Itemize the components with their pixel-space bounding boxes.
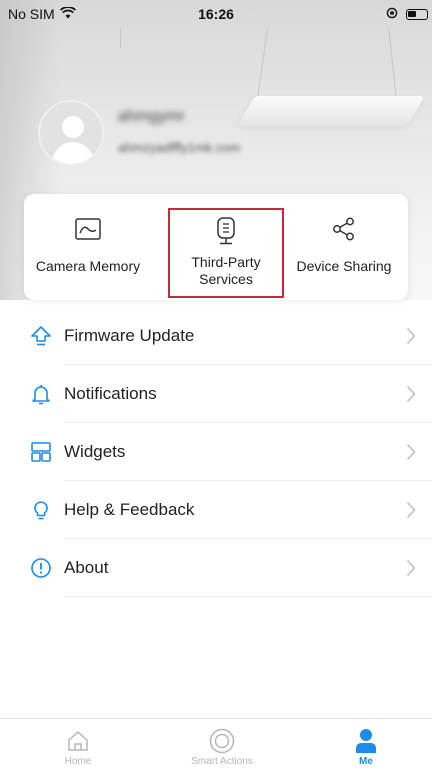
profile-email: ahmzyadfffy1mk.com (118, 140, 241, 155)
feature-label: Third-Party Services (191, 254, 261, 287)
menu-label: Help & Feedback (64, 500, 195, 519)
menu-item-about[interactable]: About (0, 539, 432, 597)
lightbulb-icon (30, 499, 52, 521)
feature-device-sharing[interactable]: Device Sharing (280, 194, 408, 300)
chevron-right-icon (406, 385, 416, 408)
share-icon (332, 214, 356, 244)
menu-label: About (64, 558, 109, 577)
ceiling-wire (257, 28, 268, 98)
tab-bar: Home Smart Actions Me (0, 718, 432, 768)
menu-item-firmware-update[interactable]: Firmware Update (0, 307, 432, 365)
menu-item-widgets[interactable]: Widgets (0, 423, 432, 481)
tab-smart-actions[interactable]: Smart Actions (150, 719, 294, 768)
settings-menu: Firmware Update Notifications Widgets He… (0, 307, 432, 597)
avatar-head (62, 116, 84, 138)
divider (64, 596, 432, 597)
chevron-right-icon (406, 327, 416, 350)
feature-label: Device Sharing (296, 258, 392, 274)
status-bar: No SIM 16:26 (0, 0, 432, 28)
feature-label: Camera Memory (35, 258, 141, 274)
status-time: 16:26 (198, 6, 234, 22)
person-icon (355, 727, 377, 755)
third-party-services-icon (216, 216, 236, 246)
menu-item-help-feedback[interactable]: Help & Feedback (0, 481, 432, 539)
menu-label: Firmware Update (64, 326, 195, 345)
widgets-icon (30, 441, 52, 463)
bell-icon (30, 383, 52, 405)
avatar[interactable] (38, 100, 104, 166)
tab-label: Home (64, 756, 92, 767)
profile-name[interactable]: ahmgymr (118, 108, 185, 126)
menu-label: Notifications (64, 384, 157, 403)
chevron-right-icon (406, 501, 416, 524)
status-right (386, 6, 428, 22)
home-icon (66, 727, 90, 755)
menu-item-notifications[interactable]: Notifications (0, 365, 432, 423)
camera-memory-icon (75, 214, 101, 244)
menu-label: Widgets (64, 442, 126, 461)
feature-third-party-services[interactable]: Third-Party Services (168, 208, 284, 298)
chevron-right-icon (406, 443, 416, 466)
battery-icon (406, 8, 428, 20)
avatar-body (52, 142, 94, 164)
orientation-lock-icon (386, 6, 398, 22)
tab-label: Smart Actions (191, 756, 253, 767)
chevron-right-icon (406, 559, 416, 582)
tab-me[interactable]: Me (294, 719, 432, 768)
ceiling-wire (388, 28, 397, 98)
smart-actions-icon (209, 727, 235, 755)
info-icon (30, 557, 52, 579)
ceiling-lamp (237, 96, 425, 126)
tab-label: Me (359, 756, 373, 767)
tab-home[interactable]: Home (6, 719, 150, 768)
ceiling-wire (120, 28, 121, 48)
feature-camera-memory[interactable]: Camera Memory (24, 194, 152, 300)
firmware-update-icon (30, 325, 52, 347)
feature-card: Camera Memory Third-Party Services Devic… (24, 194, 408, 300)
